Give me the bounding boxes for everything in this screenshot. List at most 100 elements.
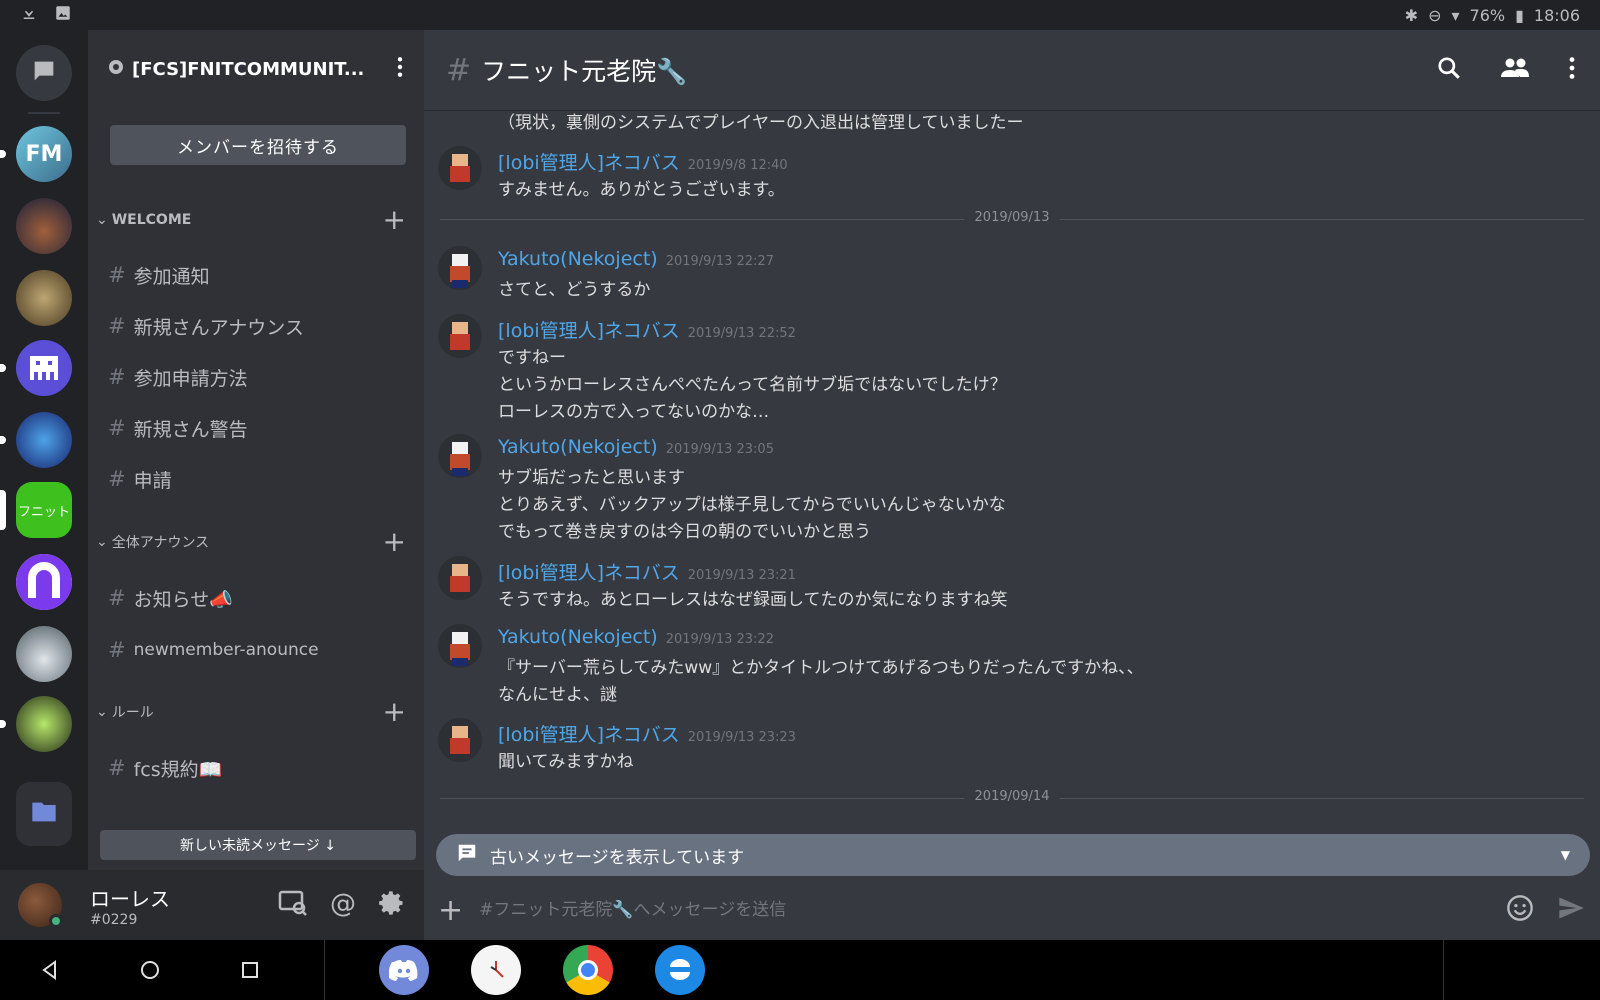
server-folder[interactable] — [16, 782, 72, 846]
direct-messages-button[interactable] — [16, 45, 72, 101]
server-icon-2[interactable] — [16, 198, 72, 254]
message-text: そうですね。あとローレスはなぜ録画してたのか気になりますね笑 — [498, 590, 1008, 610]
add-channel-icon[interactable]: + — [383, 698, 406, 726]
message-timestamp: 2019/9/13 22:52 — [687, 326, 796, 341]
emoji-icon[interactable] — [1506, 894, 1534, 926]
channel-item[interactable]: # 新規さんアナウンス — [108, 306, 408, 346]
server-icon-9[interactable] — [16, 696, 72, 752]
message-timestamp: 2019/9/13 23:23 — [687, 730, 796, 745]
inbox-icon[interactable] — [278, 889, 308, 921]
message-timestamp: 2019/9/13 22:27 — [665, 254, 774, 269]
unread-pill — [0, 436, 6, 444]
server-icon-3[interactable] — [16, 270, 72, 326]
avatar[interactable] — [438, 624, 482, 668]
server-icon-8[interactable] — [16, 626, 72, 682]
chevron-down-icon[interactable]: ▼ — [1561, 848, 1570, 862]
new-unread-messages-bar[interactable]: 新しい未読メッセージ ↓ — [100, 830, 416, 860]
hash-icon: # — [108, 416, 126, 440]
channel-item[interactable]: # お知らせ📣 — [108, 578, 408, 618]
server-icon-funit[interactable]: フニット — [16, 482, 72, 538]
message-text: さてと、どうするか — [498, 280, 651, 300]
message-composer: + — [424, 880, 1600, 940]
clock-app-icon[interactable] — [471, 945, 521, 995]
guild-header[interactable]: [FCS]FNITCOMMUNIT... — [88, 30, 424, 108]
nav-divider — [324, 940, 325, 1000]
message-timestamp: 2019/9/13 23:05 — [665, 442, 774, 457]
channel-item[interactable]: # newmember-anounce — [108, 630, 408, 670]
message-author[interactable]: [lobi管理人]ネコバス — [498, 148, 680, 175]
avatar[interactable] — [438, 556, 482, 600]
server-icon-7[interactable] — [16, 554, 72, 610]
category-welcome[interactable]: ⌄ WELCOME + — [88, 205, 424, 235]
channel-title: フニット元老院🔧 — [481, 57, 688, 86]
channel-item[interactable]: # 申請 — [108, 459, 408, 499]
server-icon-fm[interactable]: FM — [16, 126, 72, 182]
message-list[interactable]: （現状，裏側のシステムでプレイヤーの入退出は管理していましたー [lobi管理人… — [424, 110, 1600, 830]
rail-separator — [28, 112, 60, 114]
message-author[interactable]: [lobi管理人]ネコバス — [498, 558, 680, 585]
message-header: [lobi管理人]ネコバス 2019/9/13 23:21 — [498, 558, 796, 585]
username: ローレス — [90, 886, 170, 911]
date-divider-label: 2019/09/13 — [964, 210, 1060, 225]
channel-item[interactable]: # fcs規約📖 — [108, 748, 408, 788]
avatar[interactable] — [438, 146, 482, 190]
android-navigation-bar — [0, 940, 1600, 1000]
server-icon-4[interactable] — [16, 340, 72, 396]
hash-icon: # — [108, 756, 126, 780]
message-author[interactable]: Yakuto(Nekoject) — [498, 626, 658, 648]
es-file-explorer-icon[interactable] — [655, 945, 705, 995]
members-icon[interactable] — [1500, 56, 1530, 84]
message-header: Yakuto(Nekoject) 2019/9/13 23:22 — [498, 626, 774, 648]
app-dock — [379, 945, 705, 995]
avatar[interactable] — [438, 246, 482, 290]
avatar[interactable] — [438, 434, 482, 478]
avatar[interactable] — [18, 883, 63, 928]
selected-pill — [0, 490, 6, 530]
message-text: サブ垢だったと思います — [498, 468, 685, 488]
message-header: [lobi管理人]ネコバス 2019/9/13 23:23 — [498, 720, 796, 747]
more-icon[interactable] — [396, 56, 404, 82]
message-author[interactable]: [lobi管理人]ネコバス — [498, 720, 680, 747]
back-button[interactable] — [0, 940, 100, 1000]
channel-item[interactable]: # 参加通知 — [108, 255, 408, 295]
guild-name: [FCS]FNITCOMMUNIT... — [132, 58, 365, 80]
search-icon[interactable] — [1436, 55, 1462, 85]
category-announcements[interactable]: ⌄ 全体アナウンス + — [88, 527, 424, 557]
message-header: Yakuto(Nekoject) 2019/9/13 23:05 — [498, 436, 774, 458]
home-button[interactable] — [100, 940, 200, 1000]
mention-icon[interactable]: @ — [330, 889, 356, 921]
message-text: なんにせよ、謎 — [498, 685, 617, 705]
channel-item[interactable]: # 新規さん警告 — [108, 408, 408, 448]
add-channel-icon[interactable]: + — [383, 528, 406, 556]
message-author[interactable]: Yakuto(Nekoject) — [498, 436, 658, 458]
folder-icon — [30, 800, 58, 828]
chevron-down-icon: ⌄ — [96, 704, 108, 720]
discord-app-icon[interactable] — [379, 945, 429, 995]
invite-members-button[interactable]: メンバーを招待する — [110, 125, 406, 165]
message-text: ローレスの方で入ってないのかな… — [498, 402, 770, 422]
message-input[interactable] — [479, 900, 1506, 920]
message-header: [lobi管理人]ネコバス 2019/9/13 22:52 — [498, 316, 796, 343]
gear-icon[interactable] — [378, 889, 406, 921]
user-panel: ローレス #0229 @ — [0, 870, 424, 940]
recents-button[interactable] — [200, 940, 300, 1000]
banner-text: 古いメッセージを表示しています — [490, 847, 745, 868]
message-author[interactable]: [lobi管理人]ネコバス — [498, 316, 680, 343]
user-tag: #0229 — [90, 911, 138, 928]
message-author[interactable]: Yakuto(Nekoject) — [498, 248, 658, 270]
message-text: とりあえず、バックアップは様子見してからでいいんじゃないかな — [498, 495, 1006, 515]
avatar[interactable] — [438, 718, 482, 762]
more-icon[interactable] — [1568, 56, 1576, 84]
avatar[interactable] — [438, 314, 482, 358]
category-rules[interactable]: ⌄ ルール + — [88, 697, 424, 727]
server-icon-5[interactable] — [16, 412, 72, 468]
send-icon[interactable] — [1556, 894, 1586, 926]
message-icon — [456, 842, 478, 869]
chrome-app-icon[interactable] — [563, 945, 613, 995]
viewing-older-messages-banner[interactable]: 古いメッセージを表示しています ▼ — [436, 834, 1590, 876]
boost-icon — [108, 59, 124, 79]
add-channel-icon[interactable]: + — [383, 206, 406, 234]
dnd-icon: ⊖ — [1428, 5, 1442, 25]
channel-item[interactable]: # 参加申請方法 — [108, 357, 408, 397]
plus-icon[interactable]: + — [438, 893, 463, 928]
